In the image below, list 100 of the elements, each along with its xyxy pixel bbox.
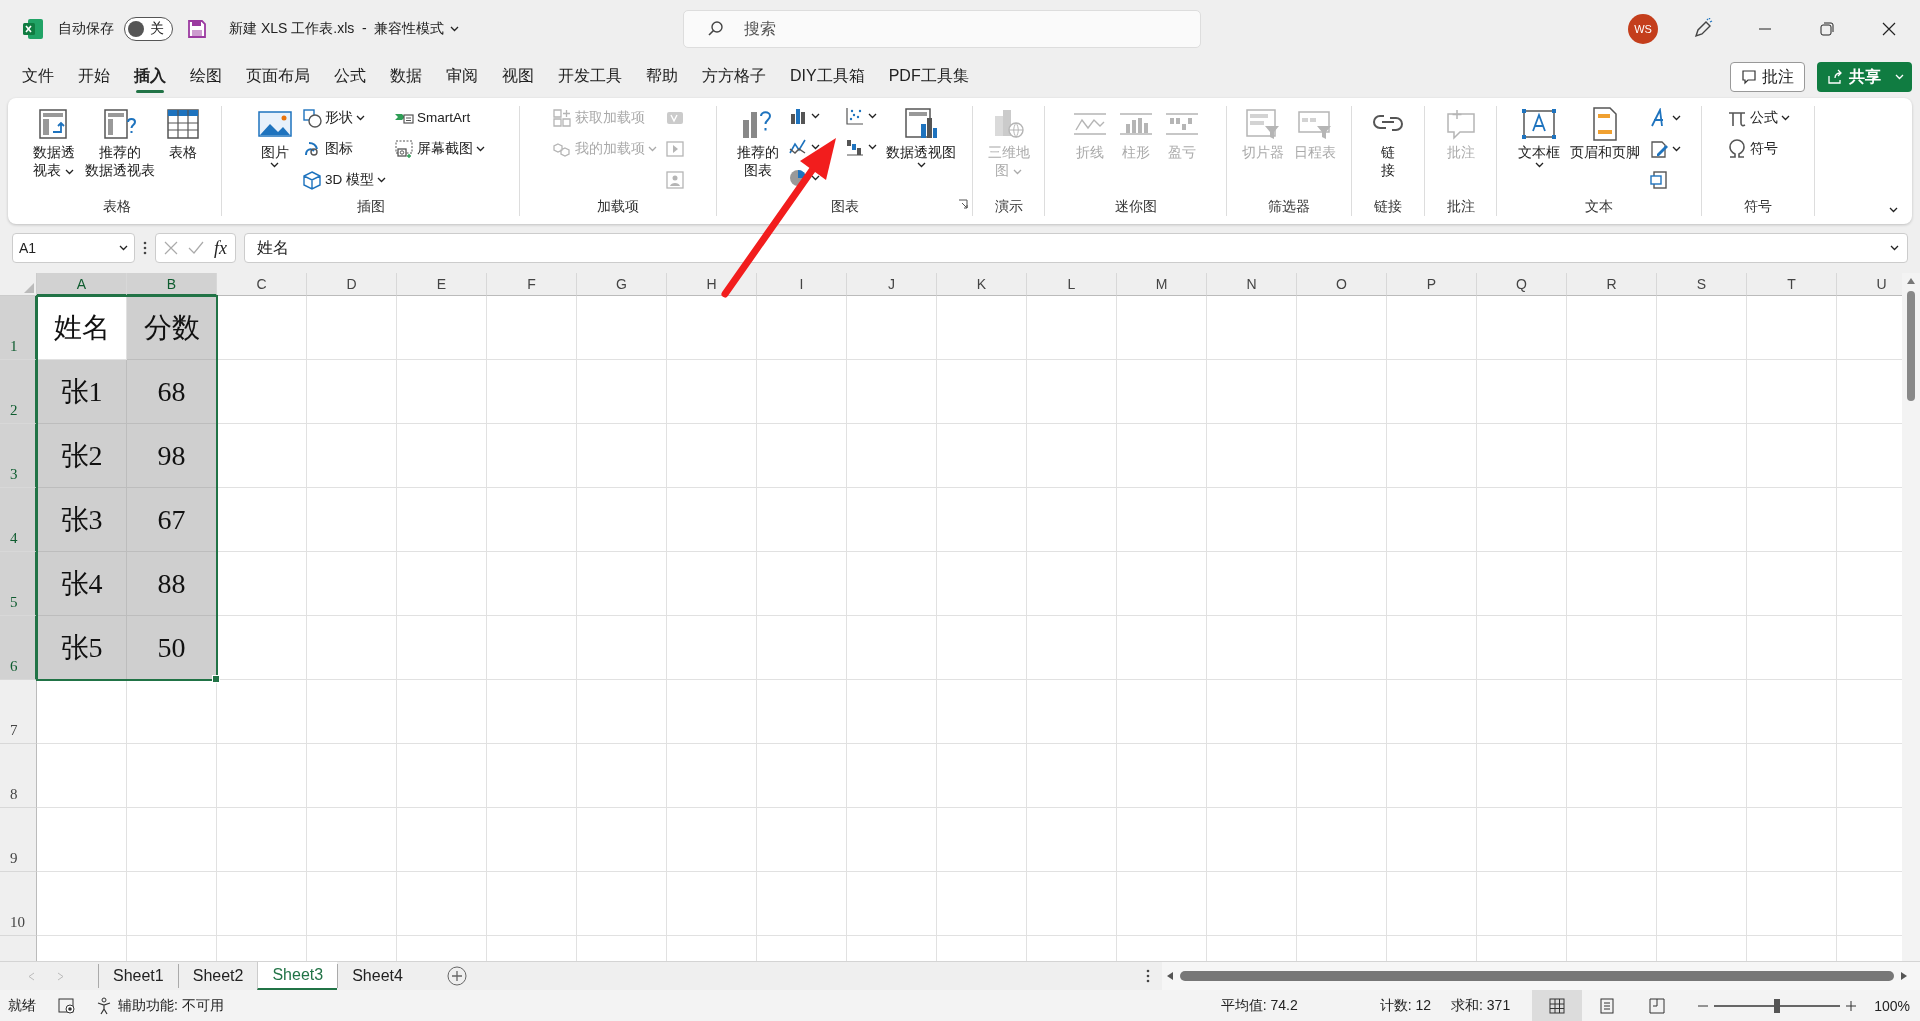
group-title: 符号 xyxy=(1743,197,1773,216)
ribbon-tab[interactable]: 帮助 xyxy=(634,61,690,93)
ribbon-tab[interactable]: 开始 xyxy=(66,61,122,93)
column-header[interactable]: H xyxy=(667,273,757,296)
ribbon-icon-button[interactable] xyxy=(845,106,877,126)
ribbon-icon-button[interactable] xyxy=(845,137,877,157)
ribbon-button[interactable]: 页眉和页脚 xyxy=(1567,106,1643,196)
accessibility-status[interactable]: 辅助功能: 不可用 xyxy=(118,996,224,1015)
column-header[interactable]: L xyxy=(1027,273,1117,296)
group-title: 表格 xyxy=(101,197,132,216)
row-header[interactable]: 1 xyxy=(0,296,37,360)
pivot-table-question-icon xyxy=(101,106,138,142)
group-title: 筛选器 xyxy=(1267,197,1311,216)
scrollbar-thumb[interactable] xyxy=(1180,971,1894,981)
ribbon-tab[interactable]: 开发工具 xyxy=(546,61,634,93)
ribbon-button[interactable]: 推荐的图表 xyxy=(734,106,782,196)
column-header[interactable]: U xyxy=(1837,273,1902,296)
ribbon-tab[interactable]: 审阅 xyxy=(434,61,490,93)
view-button[interactable] xyxy=(1532,990,1583,1021)
row-header[interactable]: 9 xyxy=(0,808,37,872)
column-header[interactable]: Q xyxy=(1477,273,1567,296)
row-header[interactable]: 6 xyxy=(0,616,37,680)
formula-field[interactable]: 姓名 xyxy=(244,233,1908,263)
column-header[interactable]: R xyxy=(1567,273,1657,296)
column-header[interactable]: P xyxy=(1387,273,1477,296)
ribbon-button[interactable]: 3D 模型 xyxy=(302,168,386,191)
sheet-tab[interactable]: Sheet3 xyxy=(257,962,338,990)
page-layout-icon xyxy=(1598,996,1617,1015)
row-header[interactable]: 5 xyxy=(0,552,37,616)
ribbon-tab[interactable]: 绘图 xyxy=(178,61,234,93)
ribbon-tab[interactable]: PDF工具集 xyxy=(876,61,981,93)
ribbon-tab[interactable]: 视图 xyxy=(490,61,546,93)
ribbon-button[interactable]: 数据透视表 xyxy=(29,106,78,196)
column-header[interactable]: J xyxy=(847,273,937,296)
share-button[interactable]: 共享 xyxy=(1817,62,1912,92)
row-header[interactable]: 2 xyxy=(0,360,37,424)
ribbon-tab[interactable]: 公式 xyxy=(322,61,378,93)
column-header[interactable]: S xyxy=(1657,273,1747,296)
line-chart-icon xyxy=(788,137,808,157)
sheet-tab[interactable]: Sheet4 xyxy=(337,964,417,988)
column-header[interactable]: K xyxy=(937,273,1027,296)
status-text: 就绪 xyxy=(8,996,36,1015)
row-header[interactable]: 10 xyxy=(0,872,37,936)
column-header[interactable]: A xyxy=(37,273,127,296)
row-header[interactable]: 4 xyxy=(0,488,37,552)
ribbon-tab[interactable]: 页面布局 xyxy=(234,61,322,93)
ribbon-button[interactable]: 图标 xyxy=(302,137,386,160)
ribbon-button[interactable]: 图片 xyxy=(254,106,296,196)
ribbon-tab[interactable]: 方方格子 xyxy=(690,61,778,93)
column-header[interactable]: D xyxy=(307,273,397,296)
row-header[interactable]: 7 xyxy=(0,680,37,744)
column-header[interactable]: B xyxy=(127,273,217,296)
table-cell: 50 xyxy=(127,616,217,680)
ribbon-tab[interactable]: 数据 xyxy=(378,61,434,93)
ribbon-button[interactable]: 推荐的数据透视表 xyxy=(81,106,158,196)
ribbon-button[interactable]: 数据透视图 xyxy=(883,106,959,196)
ribbon-icon-button[interactable] xyxy=(788,106,820,126)
ribbon-tab[interactable]: 文件 xyxy=(10,61,66,93)
user-avatar[interactable]: WS xyxy=(1628,14,1658,44)
scroll-right-icon xyxy=(1900,971,1908,981)
people-icon xyxy=(664,169,685,190)
zoom-slider-thumb[interactable] xyxy=(1774,998,1781,1013)
ribbon-button[interactable]: 文本框 xyxy=(1515,106,1563,196)
ribbon-button[interactable]: 符号 xyxy=(1726,137,1790,160)
row-header[interactable]: 3 xyxy=(0,424,37,488)
column-header[interactable]: T xyxy=(1747,273,1837,296)
ribbon-tab[interactable]: DIY工具箱 xyxy=(778,61,877,93)
count-value: 计数: 12 xyxy=(1379,996,1432,1015)
row-header[interactable]: 8 xyxy=(0,744,37,808)
insert-function-button[interactable]: fx xyxy=(214,237,227,259)
ribbon-button[interactable]: 公式 xyxy=(1726,106,1790,129)
ribbon-button[interactable]: 屏幕截图 xyxy=(394,137,485,160)
comment-button[interactable]: 批注 xyxy=(1730,62,1805,92)
add-sheet-icon xyxy=(446,966,467,986)
column-header[interactable]: E xyxy=(397,273,487,296)
column-header[interactable]: F xyxy=(487,273,577,296)
autosave-toggle[interactable]: 关 xyxy=(124,17,173,41)
column-header[interactable]: O xyxy=(1297,273,1387,296)
column-header[interactable]: G xyxy=(577,273,667,296)
column-header[interactable]: N xyxy=(1207,273,1297,296)
pie-chart-icon xyxy=(788,168,808,188)
zoom-level[interactable]: 100% xyxy=(1874,997,1910,1014)
ribbon-icon-button[interactable] xyxy=(788,137,820,157)
ribbon-tab[interactable]: 插入 xyxy=(122,61,178,93)
table-cell: 分数 xyxy=(127,296,217,360)
column-header[interactable]: C xyxy=(217,273,307,296)
more-icon xyxy=(1146,968,1150,984)
document-title[interactable]: 新建 XLS 工作表.xls - 兼容性模式 xyxy=(229,20,460,38)
ribbon-icon-button[interactable] xyxy=(1649,106,1681,129)
column-header[interactable]: I xyxy=(757,273,847,296)
ribbon-button[interactable]: 形状 xyxy=(302,106,386,129)
ribbon-button[interactable]: SmartArt xyxy=(394,106,485,129)
scrollbar-thumb[interactable] xyxy=(1907,291,1915,401)
search-field[interactable]: 搜索 xyxy=(683,10,1202,48)
ribbon-button[interactable]: 链接 xyxy=(1367,106,1409,196)
name-box[interactable]: A1 xyxy=(12,233,135,263)
sheet-tab[interactable]: Sheet1 xyxy=(98,964,178,988)
ribbon-button[interactable]: 表格 xyxy=(161,106,204,196)
column-header[interactable]: M xyxy=(1117,273,1207,296)
fill-handle[interactable] xyxy=(212,675,220,683)
